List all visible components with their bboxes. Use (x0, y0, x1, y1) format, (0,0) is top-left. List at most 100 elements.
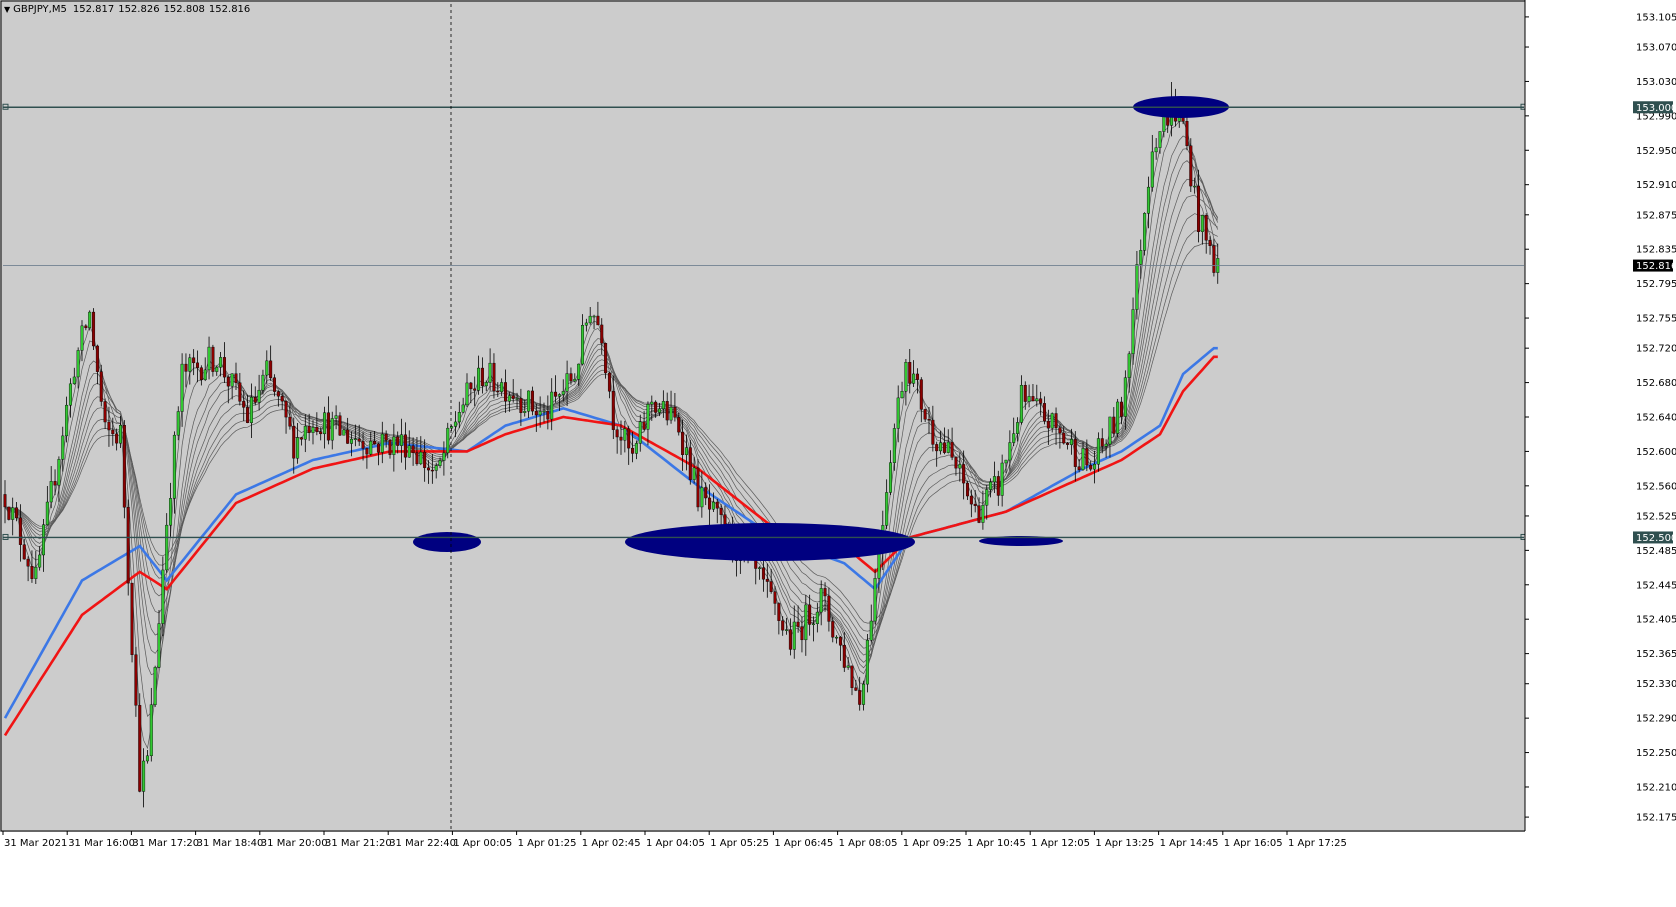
candle-body (161, 569, 165, 624)
candle (122, 420, 126, 519)
x-tick-label: 31 Mar 20:00 (261, 838, 328, 849)
candle-body (299, 437, 303, 440)
candle-body (84, 325, 88, 329)
candle-body (284, 400, 288, 418)
candle-body (1085, 448, 1089, 466)
candle-body (234, 373, 238, 383)
x-tick-label: 1 Apr 17:25 (1288, 838, 1347, 849)
chart-window[interactable]: 153.105 153.070 153.030 152.990 152.950 152.9… (0, 0, 1676, 907)
candle-body (68, 383, 72, 406)
dropdown-triangle-icon[interactable]: ▼ (4, 5, 10, 14)
y-tick-label: 152.330 (1636, 679, 1676, 690)
candle-body (565, 373, 569, 392)
candle-body (1158, 131, 1162, 148)
candle-body (877, 553, 881, 579)
candle-body (1000, 462, 1004, 496)
candle-body (438, 460, 442, 466)
x-tick-label: 1 Apr 10:45 (967, 838, 1026, 849)
candle-body (130, 582, 134, 655)
candle-body (908, 362, 912, 384)
candle-body (542, 410, 546, 413)
candle-body (1062, 432, 1066, 444)
candle-body (646, 404, 650, 430)
candle-body (172, 434, 176, 499)
candle-body (950, 441, 954, 458)
candle-body (338, 415, 342, 436)
candle-body (388, 439, 392, 455)
low-price: 152.808 (163, 4, 205, 15)
candle-body (715, 501, 719, 509)
candle-body (342, 429, 346, 436)
candle-body (896, 397, 900, 429)
candle-body (865, 640, 869, 685)
candle-body (900, 391, 904, 399)
candle-body (134, 654, 138, 706)
candle-body (242, 401, 246, 408)
x-tick-label: 1 Apr 16:05 (1224, 838, 1283, 849)
x-tick-label: 1 Apr 01:25 (518, 838, 577, 849)
x-tick-label: 1 Apr 08:05 (839, 838, 898, 849)
candle-body (804, 604, 808, 641)
x-tick-label: 1 Apr 09:25 (903, 838, 962, 849)
candle-body (1073, 439, 1077, 467)
candle-body (1196, 185, 1200, 232)
candle-body (846, 665, 850, 668)
y-tick-label: 152.680 (1636, 378, 1676, 389)
candle-body (219, 357, 223, 368)
candle-body (95, 345, 99, 372)
candle-body (1066, 442, 1070, 445)
chart-canvas[interactable]: 153.105153.070153.030152.990152.950152.9… (0, 0, 1676, 907)
candle-body (365, 448, 369, 455)
candle-body (53, 481, 57, 486)
candle-body (427, 467, 431, 471)
candle-body (1089, 464, 1093, 470)
candle-body (561, 391, 565, 395)
candle-body (581, 325, 585, 365)
candle-body (592, 315, 596, 318)
candle-body (915, 373, 919, 380)
candle-body (396, 436, 400, 446)
candle-body (904, 362, 908, 392)
x-tick-label: 1 Apr 04:05 (646, 838, 705, 849)
candle-body (484, 382, 488, 387)
candle-body (704, 487, 708, 499)
candle-body (515, 398, 519, 400)
candle-body (222, 357, 226, 378)
y-tick-label: 153.070 (1636, 43, 1676, 54)
candle-body (1046, 420, 1050, 429)
candle-body (650, 401, 654, 405)
candle-body (611, 391, 615, 430)
candle-body (1119, 401, 1123, 417)
y-tick-label: 152.640 (1636, 413, 1676, 424)
candle-body (180, 363, 184, 412)
candle-body (1093, 464, 1097, 470)
candle-body (996, 476, 1000, 496)
y-tick-label: 152.210 (1636, 782, 1676, 793)
candle-body (122, 425, 126, 508)
candle (88, 310, 92, 331)
candle-body (176, 411, 180, 436)
candle-body (307, 425, 311, 433)
y-tick-label: 152.720 (1636, 344, 1676, 355)
candle-body (296, 437, 300, 459)
candle-body (831, 621, 835, 638)
candle-body (673, 406, 677, 418)
candle-body (1123, 377, 1127, 417)
candle-body (265, 360, 269, 376)
candle-body (869, 620, 873, 641)
candle-body (380, 433, 384, 453)
candle-body (353, 438, 357, 440)
candle-body (1004, 459, 1008, 464)
candle-body (165, 524, 169, 571)
candle-body (346, 429, 350, 444)
candle-body (700, 487, 704, 508)
zone-ellipse (413, 532, 481, 552)
y-tick-label: 152.875 (1636, 210, 1676, 221)
high-price: 152.826 (118, 4, 160, 15)
candle-body (261, 374, 265, 391)
candle-body (111, 429, 115, 435)
candle-body (927, 419, 931, 421)
y-tick-label: 152.445 (1636, 580, 1676, 591)
candle-body (169, 498, 173, 526)
candle-body (677, 417, 681, 433)
